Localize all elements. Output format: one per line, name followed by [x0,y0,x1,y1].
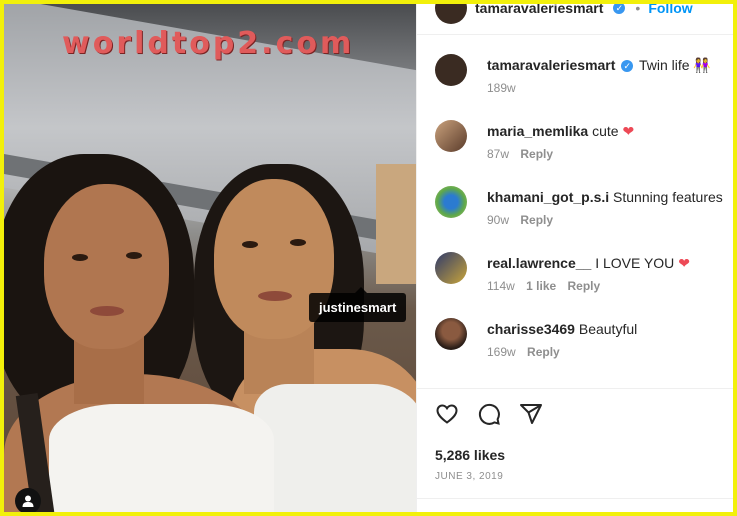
comment-age[interactable]: 114w [487,279,515,293]
person-icon [22,495,34,507]
divider [417,498,733,499]
heart-emoji: ❤ [678,255,690,271]
watermark: worldtop2.com [62,26,355,61]
comment-text: I LOVE YOU [595,255,675,271]
verified-icon: ✓ [621,60,634,73]
post-date[interactable]: JUNE 3, 2019 [435,471,503,482]
user-tags-button[interactable] [15,488,41,512]
comment-text: Stunning features [613,189,723,205]
post-header: tamaravaleriesmart ✓ • Follow [435,0,693,24]
divider [417,34,733,35]
comments-panel: tamaravaleriesmart ✓ • Follow tamaravale… [416,4,733,512]
heart-icon[interactable] [435,402,459,426]
reply-button[interactable]: Reply [520,213,553,227]
avatar[interactable] [435,186,467,218]
post-photo[interactable]: worldtop2.com justinesmart [4,4,416,512]
verified-icon: ✓ [613,4,626,14]
comment-age[interactable]: 169w [487,345,516,359]
comment-username[interactable]: maria_memlika [487,123,588,139]
follow-button[interactable]: Follow [648,4,692,16]
post-author[interactable]: tamaravaleriesmart [475,4,603,16]
comment-age[interactable]: 87w [487,147,509,161]
avatar[interactable] [435,120,467,152]
comment-username[interactable]: real.lawrence__ [487,255,591,271]
user-tag-label[interactable]: justinesmart [309,287,407,322]
avatar[interactable] [435,318,467,350]
comment-username[interactable]: khamani_got_p.s.i [487,189,609,205]
likes-count[interactable]: 5,286 likes [435,447,505,463]
comment-age[interactable]: 189w [487,81,516,95]
comment-username[interactable]: tamaravaleriesmart [487,57,615,73]
action-bar [435,402,543,426]
reply-button[interactable]: Reply [520,147,553,161]
comment-age[interactable]: 90w [487,213,509,227]
comment-icon[interactable] [477,402,501,426]
screenshot-frame: worldtop2.com justinesmart tamaravalerie… [0,0,737,516]
reply-button[interactable]: Reply [568,279,601,293]
avatar[interactable] [435,54,467,86]
separator-dot: • [635,0,641,16]
comment-username[interactable]: charisse3469 [487,321,575,337]
avatar[interactable] [435,4,467,24]
comment-text: Beautyful [578,321,638,337]
comment-likes[interactable]: 1 like [526,279,556,293]
divider [417,388,733,389]
avatar[interactable] [435,252,467,284]
comment-text: Twin life 👭 [638,57,711,73]
share-icon[interactable] [519,402,543,426]
comment-text: cute [592,123,619,139]
heart-emoji: ❤ [622,123,635,139]
reply-button[interactable]: Reply [527,345,560,359]
